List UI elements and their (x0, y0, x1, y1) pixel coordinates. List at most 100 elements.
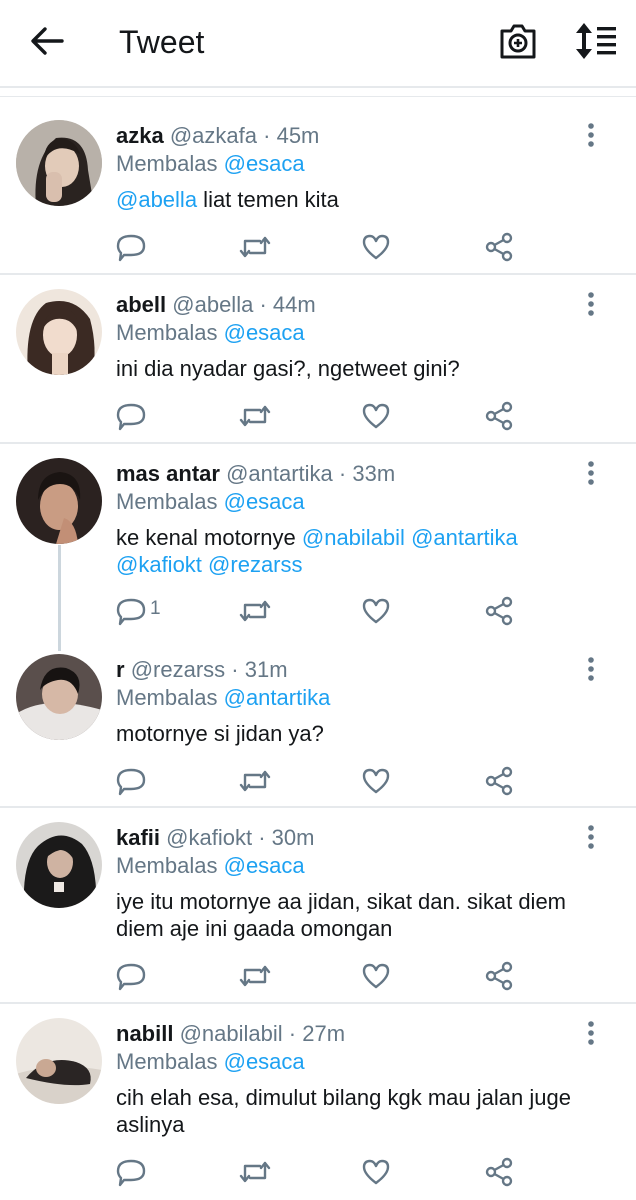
tweet-item[interactable]: azka @azkafa · 45m Membalas @esaca @abel… (0, 98, 636, 275)
reply-button[interactable] (116, 1157, 146, 1187)
tweet-header: r @rezarss · 31m (116, 656, 288, 684)
reply-button[interactable] (116, 232, 146, 262)
share-icon (485, 961, 513, 991)
avatar[interactable] (16, 289, 102, 375)
retweet-button[interactable] (238, 232, 272, 262)
heart-icon (362, 963, 390, 989)
share-button[interactable] (484, 1157, 514, 1187)
display-name[interactable]: azka (116, 123, 164, 148)
reply-mention[interactable]: @esaca (224, 320, 305, 345)
handle[interactable]: @abella (172, 292, 253, 317)
reply-button[interactable] (116, 961, 146, 991)
handle[interactable]: @azkafa (170, 123, 257, 148)
tweet-text: cih elah esa, dimulut bilang kgk mau jal… (116, 1085, 571, 1137)
reply-button[interactable] (116, 401, 146, 431)
tweet-text-content: liat temen kita (197, 187, 339, 212)
avatar[interactable] (16, 822, 102, 908)
tweet-header: mas antar @antartika · 33m (116, 460, 395, 488)
tweet-item[interactable]: mas antar @antartika · 33m Membalas @esa… (0, 444, 636, 642)
reply-prefix: Membalas (116, 1049, 218, 1074)
more-options-icon[interactable] (580, 656, 602, 682)
more-options-icon[interactable] (580, 824, 602, 850)
share-icon (485, 232, 513, 262)
handle[interactable]: @nabilabil (180, 1021, 283, 1046)
share-button[interactable] (484, 961, 514, 991)
tweet-header: azka @azkafa · 45m (116, 122, 319, 150)
reply-prefix: Membalas (116, 320, 218, 345)
retweet-button[interactable] (238, 961, 272, 991)
handle[interactable]: @rezarss (131, 657, 225, 682)
mention-link[interactable]: @abella (116, 187, 197, 212)
reply-mention[interactable]: @esaca (224, 151, 305, 176)
reply-button[interactable] (116, 766, 146, 796)
like-button[interactable] (361, 766, 391, 796)
retweet-button[interactable] (238, 766, 272, 796)
tweet-actions: 1 (116, 596, 536, 626)
heart-icon (362, 403, 390, 429)
display-name[interactable]: r (116, 657, 125, 682)
timestamp: 31m (244, 657, 288, 682)
share-button[interactable] (484, 766, 514, 796)
retweet-button[interactable] (238, 596, 272, 626)
reply-mention[interactable]: @antartika (224, 685, 331, 710)
sort-icon[interactable] (574, 21, 618, 61)
avatar[interactable] (16, 654, 102, 740)
page-title: Tweet (119, 24, 205, 60)
separator: · (338, 461, 347, 486)
display-name[interactable]: kafii (116, 825, 160, 850)
reply-mention[interactable]: @esaca (224, 489, 305, 514)
reply-context: Membalas @esaca (116, 319, 305, 347)
tweet-item[interactable]: kafii @kafiokt · 30m Membalas @esaca iye… (0, 808, 636, 1004)
camera-icon[interactable] (498, 21, 538, 61)
tweet-actions (116, 232, 536, 262)
retweet-button[interactable] (238, 401, 272, 431)
mention-link[interactable]: @antartika (411, 525, 518, 550)
share-icon (485, 596, 513, 626)
mention-link[interactable]: @rezarss (208, 552, 302, 577)
like-button[interactable] (361, 596, 391, 626)
reply-mention[interactable]: @esaca (224, 853, 305, 878)
tweet-item[interactable]: r @rezarss · 31m Membalas @antartika mot… (0, 642, 636, 808)
mention-link[interactable]: @nabilabil (302, 525, 405, 550)
avatar[interactable] (16, 1018, 102, 1104)
more-options-icon[interactable] (580, 291, 602, 317)
retweet-button[interactable] (238, 1157, 272, 1187)
display-name[interactable]: abell (116, 292, 166, 317)
timestamp: 30m (271, 825, 315, 850)
display-name[interactable]: nabill (116, 1021, 173, 1046)
avatar[interactable] (16, 458, 102, 544)
reply-prefix: Membalas (116, 685, 218, 710)
more-options-icon[interactable] (580, 460, 602, 486)
tweet-item[interactable]: abell @abella · 44m Membalas @esaca ini … (0, 275, 636, 444)
tweet-actions (116, 1157, 536, 1187)
more-options-icon[interactable] (580, 1020, 602, 1046)
more-options-icon[interactable] (580, 122, 602, 148)
back-arrow-icon[interactable] (28, 24, 66, 58)
display-name[interactable]: mas antar (116, 461, 220, 486)
handle[interactable]: @kafiokt (166, 825, 252, 850)
tweet-actions (116, 766, 536, 796)
reply-context: Membalas @esaca (116, 150, 305, 178)
reply-icon (116, 598, 146, 626)
like-button[interactable] (361, 1157, 391, 1187)
like-button[interactable] (361, 401, 391, 431)
retweet-icon (239, 770, 271, 792)
reply-count: 1 (150, 598, 161, 619)
reply-icon (116, 768, 146, 796)
tweet-item[interactable]: nabill @nabilabil · 27m Membalas @esaca … (0, 1004, 636, 1200)
share-button[interactable] (484, 596, 514, 626)
avatar[interactable] (16, 120, 102, 206)
separator: · (288, 1021, 297, 1046)
retweet-icon (239, 965, 271, 987)
mention-link[interactable]: @kafiokt (116, 552, 202, 577)
reply-context: Membalas @esaca (116, 852, 305, 880)
reply-button[interactable]: 1 (116, 596, 161, 626)
share-button[interactable] (484, 401, 514, 431)
share-button[interactable] (484, 232, 514, 262)
tweet-header: nabill @nabilabil · 27m (116, 1020, 345, 1048)
like-button[interactable] (361, 232, 391, 262)
handle[interactable]: @antartika (226, 461, 333, 486)
like-button[interactable] (361, 961, 391, 991)
divider (0, 96, 636, 97)
reply-mention[interactable]: @esaca (224, 1049, 305, 1074)
